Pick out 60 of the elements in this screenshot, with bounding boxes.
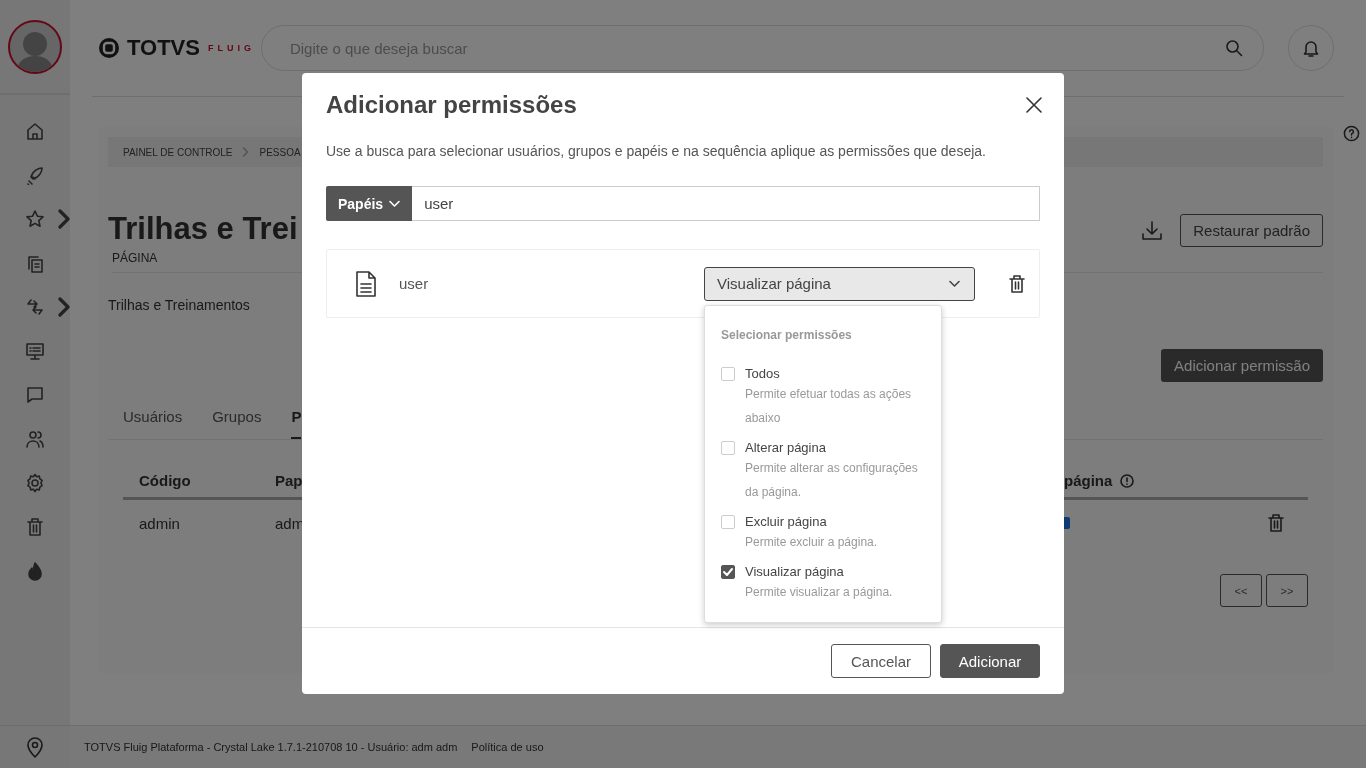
- info-icon: [1120, 473, 1135, 488]
- permission-select[interactable]: Visualizar página: [704, 266, 975, 301]
- caret-icon: [949, 279, 960, 288]
- column-header: Código: [139, 472, 191, 489]
- documents-icon: [25, 253, 45, 273]
- column-header: Pap: [275, 472, 303, 489]
- help-icon[interactable]: [1343, 125, 1360, 142]
- search-icon: [1224, 39, 1243, 57]
- settings-icon: [25, 473, 45, 493]
- checkbox[interactable]: [721, 565, 735, 579]
- tab[interactable]: Grupos: [212, 402, 262, 439]
- close-icon[interactable]: [1026, 97, 1042, 113]
- breadcrumb-link[interactable]: PESSOA: [259, 146, 301, 158]
- option-label[interactable]: Alterar página: [745, 438, 925, 458]
- result-name: user: [399, 275, 430, 292]
- arrows-icon: [25, 297, 45, 317]
- page-description: Trilhas e Treinamentos: [108, 297, 251, 313]
- breadcrumb-link[interactable]: PAINEL DE CONTROLE: [123, 146, 233, 158]
- monitor-icon: [25, 341, 45, 361]
- dialog-description: Use a busca para selecionar usuários, grupos e papéis e na sequência aplique as permissões que deseja.: [326, 143, 987, 159]
- menu-heading: Selecionar permissões: [721, 328, 853, 342]
- option-description: Permite efetuar todas as ações abaixo: [745, 386, 913, 427]
- terms-link[interactable]: Política de uso: [471, 741, 544, 753]
- option-label[interactable]: Excluir página: [745, 512, 925, 532]
- star-icon: [25, 209, 45, 229]
- search-field[interactable]: user: [412, 186, 1040, 221]
- option-description: Permite visualizar a página.: [745, 584, 894, 601]
- dialog-title: Adicionar permissões: [326, 91, 577, 119]
- option-label[interactable]: Visualizar página: [745, 562, 925, 582]
- people-icon: [25, 429, 45, 449]
- avatar[interactable]: [8, 19, 62, 74]
- download-icon[interactable]: [1140, 219, 1165, 243]
- pagination-button[interactable]: <<: [1220, 574, 1262, 607]
- tab[interactable]: Usuários: [123, 402, 183, 439]
- notifications-button[interactable]: [1287, 25, 1334, 71]
- location-pin-icon[interactable]: [26, 736, 44, 758]
- checkmark-icon: [723, 568, 733, 576]
- home-icon: [25, 121, 45, 141]
- type-dropdown-button[interactable]: Papéis: [326, 186, 413, 221]
- caret-icon: [389, 199, 401, 208]
- add-permission-button[interactable]: Adicionar permissão: [1161, 349, 1323, 382]
- option-description: Permite excluir a página.: [745, 534, 879, 551]
- logo-icon: [97, 36, 121, 60]
- page-title: Trilhas e Trei: [108, 211, 299, 247]
- option-label[interactable]: Todos: [745, 364, 925, 384]
- logo-subtitle: FLUIG: [207, 43, 255, 53]
- document-icon: [355, 270, 377, 297]
- add-button[interactable]: Adicionar: [940, 644, 1040, 678]
- cancel-button[interactable]: Cancelar: [831, 644, 931, 678]
- option-description: Permite alterar as configurações da página.: [745, 460, 919, 501]
- restore-default-button[interactable]: Restaurar padrão: [1180, 214, 1323, 247]
- footer-text: TOTVS Fluig Plataforma - Crystal Lake 1.7.1-210708 10 - Usuário: adm adm: [84, 741, 458, 753]
- chat-icon: [25, 385, 45, 405]
- pagination-button[interactable]: >>: [1266, 574, 1308, 607]
- logo-text: TOTVS: [127, 35, 200, 61]
- trash-icon: [25, 517, 45, 537]
- table-cell: admin: [139, 514, 180, 532]
- trash-icon[interactable]: [1008, 273, 1026, 294]
- chevron-right-icon: [242, 147, 250, 157]
- column-header: página: [1064, 472, 1113, 489]
